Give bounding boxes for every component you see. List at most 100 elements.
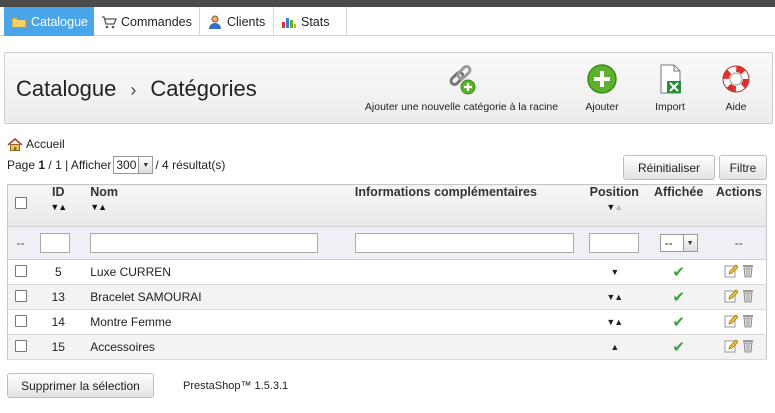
filter-displayed-cell: -- ▼ <box>645 226 712 260</box>
header-id: ID ▼▲ <box>33 184 84 227</box>
edit-pencil-icon[interactable] <box>724 263 739 281</box>
reset-button[interactable]: Réinitialiser <box>623 155 715 180</box>
user-icon <box>207 15 223 29</box>
add-button[interactable]: Ajouter <box>577 63 627 113</box>
sort-arrows-icon[interactable]: ▼▲ <box>583 202 646 212</box>
delete-trash-icon[interactable] <box>742 314 754 331</box>
breadcrumb-root: Catalogue <box>16 76 117 101</box>
chevron-down-icon: ▼ <box>138 157 153 173</box>
select-all-checkbox[interactable] <box>14 197 27 209</box>
import-label: Import <box>655 101 685 113</box>
add-root-category-label: Ajouter une nouvelle catégorie à la raci… <box>364 101 559 113</box>
row-info[interactable] <box>347 259 583 285</box>
delete-trash-icon[interactable] <box>742 289 754 306</box>
row-checkbox[interactable] <box>14 289 27 302</box>
home-icon <box>7 137 23 151</box>
row-position: ▼▲ <box>582 309 646 335</box>
row-position: ▼ <box>582 259 646 285</box>
filter-info-input[interactable] <box>354 233 574 253</box>
breadcrumb[interactable]: Accueil <box>7 137 65 151</box>
table-row[interactable]: 15 Accessoires ▲ ✔ <box>7 334 767 360</box>
top-bar <box>0 0 775 7</box>
filter-button[interactable]: Filtre <box>719 155 767 180</box>
import-button[interactable]: Import <box>645 63 695 113</box>
help-button[interactable]: Aide <box>711 63 761 113</box>
table-row[interactable]: 5 Luxe CURREN ▼ ✔ <box>7 259 767 285</box>
filter-position-input[interactable] <box>588 233 639 253</box>
row-actions <box>711 334 767 360</box>
categories-table: ID ▼▲ Nom ▼▲ Informations complémentaire… <box>7 184 767 360</box>
move-up-icon[interactable]: ▲ <box>614 317 623 327</box>
page-toolbar: Catalogue › Catégories Ajouter une nouvell… <box>4 52 773 124</box>
link-add-icon <box>446 63 478 95</box>
filter-id-input[interactable] <box>40 233 71 253</box>
filter-displayed-select[interactable]: -- ▼ <box>659 234 698 252</box>
row-checkbox-cell <box>7 284 34 310</box>
edit-pencil-icon[interactable] <box>724 288 739 306</box>
filter-row: -- -- ▼ -- <box>7 226 767 260</box>
table-row[interactable]: 14 Montre Femme ▼▲ ✔ <box>7 309 767 335</box>
row-actions <box>711 284 767 310</box>
header-info: Informations complémentaires <box>347 184 583 227</box>
filter-name-input[interactable] <box>90 233 319 253</box>
tab-catalogue[interactable]: Catalogue <box>4 7 94 36</box>
check-icon[interactable]: ✔ <box>672 264 685 281</box>
row-name[interactable]: Luxe CURREN <box>83 259 348 285</box>
row-info[interactable] <box>347 309 583 335</box>
tab-stats[interactable]: Stats <box>274 7 347 36</box>
add-root-category-button[interactable]: Ajouter une nouvelle catégorie à la raci… <box>354 63 569 113</box>
table-header-row: ID ▼▲ Nom ▼▲ Informations complémentaire… <box>7 184 767 227</box>
row-actions <box>711 259 767 285</box>
main-tabs: Catalogue Commandes Clients Stats <box>0 7 775 36</box>
row-name[interactable]: Montre Femme <box>83 309 348 335</box>
chevron-down-icon: ▼ <box>682 235 697 251</box>
excel-file-icon <box>654 63 686 95</box>
row-checkbox[interactable] <box>14 314 27 327</box>
row-name[interactable]: Bracelet SAMOURAI <box>83 284 348 310</box>
move-up-icon[interactable]: ▲ <box>614 292 623 302</box>
row-info[interactable] <box>347 334 583 360</box>
filter-id-cell <box>33 226 84 260</box>
table-row[interactable]: 13 Bracelet SAMOURAI ▼▲ ✔ <box>7 284 767 310</box>
header-info-label: Informations complémentaires <box>354 185 537 199</box>
delete-selection-button[interactable]: Supprimer la sélection <box>7 373 154 398</box>
tab-label: Commandes <box>121 14 192 29</box>
row-actions <box>711 309 767 335</box>
row-name[interactable]: Accessoires <box>83 334 348 360</box>
row-id[interactable]: 14 <box>33 309 84 335</box>
header-displayed: Affichée <box>645 184 712 227</box>
pagination: Page 1 / 1 | Afficher 300 ▼ / 4 résultat… <box>7 156 225 174</box>
row-checkbox[interactable] <box>14 339 27 352</box>
row-displayed: ✔ <box>645 309 712 335</box>
row-id[interactable]: 15 <box>33 334 84 360</box>
delete-trash-icon[interactable] <box>742 264 754 281</box>
tab-label: Stats <box>301 14 330 29</box>
row-checkbox-cell <box>7 309 34 335</box>
edit-pencil-icon[interactable] <box>724 338 739 356</box>
version-text: PrestaShop™ 1.5.3.1 <box>183 380 289 392</box>
row-checkbox[interactable] <box>14 264 27 277</box>
page-of: / 1 <box>48 158 62 172</box>
check-icon[interactable]: ✔ <box>672 314 685 331</box>
lifebuoy-icon <box>720 63 752 95</box>
move-up-icon[interactable]: ▲ <box>610 342 619 352</box>
tab-commandes[interactable]: Commandes <box>94 7 200 36</box>
sort-arrows-icon[interactable]: ▼▲ <box>33 202 83 212</box>
sort-arrows-icon[interactable]: ▼▲ <box>90 202 348 212</box>
row-info[interactable] <box>347 284 583 310</box>
row-id[interactable]: 13 <box>33 284 84 310</box>
row-displayed: ✔ <box>645 259 712 285</box>
check-icon[interactable]: ✔ <box>672 289 685 306</box>
row-checkbox-cell <box>7 259 34 285</box>
filter-displayed-value: -- <box>664 236 673 250</box>
check-icon[interactable]: ✔ <box>672 339 685 356</box>
row-displayed: ✔ <box>645 334 712 360</box>
page-number: 1 <box>38 158 46 172</box>
edit-pencil-icon[interactable] <box>724 313 739 331</box>
move-down-icon[interactable]: ▼ <box>610 267 619 277</box>
breadcrumb-home[interactable]: Accueil <box>26 137 65 151</box>
tab-clients[interactable]: Clients <box>200 7 274 36</box>
row-id[interactable]: 5 <box>33 259 84 285</box>
delete-trash-icon[interactable] <box>742 339 754 356</box>
per-page-select[interactable]: 300 ▼ <box>113 156 154 174</box>
